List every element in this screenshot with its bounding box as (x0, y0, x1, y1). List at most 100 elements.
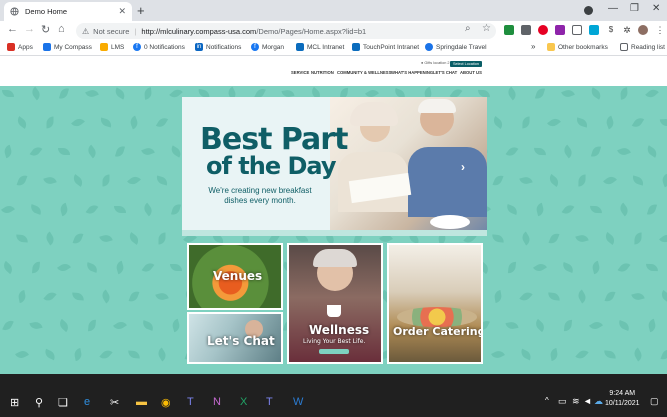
teams-icon[interactable]: T (187, 396, 194, 408)
word-icon[interactable]: W (293, 396, 303, 408)
more-bookmarks-chevron[interactable]: » (531, 42, 535, 51)
bookmark-0-notifications[interactable]: f0 Notifications (133, 43, 185, 51)
wellness-tile[interactable]: Wellness Living Your Best Life. (287, 243, 383, 364)
extension-icon[interactable] (589, 25, 599, 35)
minimize-icon[interactable]: — (608, 3, 618, 14)
wellness-label: Wellness (309, 323, 370, 337)
carousel-next-icon[interactable]: › (461, 160, 465, 174)
file-explorer-icon[interactable]: ▬ (136, 396, 147, 408)
wellness-button[interactable] (319, 349, 349, 354)
extension-icon[interactable] (555, 25, 565, 35)
bookmark-notifications[interactable]: in Notifications (195, 43, 241, 51)
url-path: /Demo/Pages/Home.aspx?lid=b1 (256, 26, 367, 36)
windows-start-icon[interactable]: ⊞ (10, 396, 19, 409)
order-catering-label: Order Catering (393, 325, 483, 338)
linkedin-icon: in (195, 43, 203, 51)
nav-service[interactable]: SERVICE (291, 70, 309, 75)
location-text: ● Gifts location 2 (421, 61, 450, 65)
battery-icon[interactable]: ▭ (558, 396, 567, 407)
hero-title: Best Part of the Day (200, 125, 348, 180)
snipping-tool-icon[interactable]: ✂ (110, 396, 119, 409)
bookmark-springdale-travel[interactable]: Springdale Travel (425, 43, 487, 51)
facebook-icon: f (133, 43, 141, 51)
bookmark-label: LMS (111, 43, 125, 51)
maximize-icon[interactable]: ❐ (630, 3, 639, 14)
excel-icon[interactable]: X (240, 396, 247, 408)
reading-list-icon (620, 43, 628, 51)
nav-lets-chat[interactable]: LET'S CHAT (433, 70, 457, 75)
chevron-up-icon[interactable]: ^ (545, 396, 549, 405)
globe-icon (425, 43, 433, 51)
order-catering-tile[interactable]: Order Catering (387, 243, 483, 364)
star-icon[interactable]: ☆ (482, 23, 491, 34)
back-arrow-icon[interactable]: ← (7, 23, 18, 35)
extension-icon[interactable] (504, 25, 514, 35)
reading-list-label: Reading list (631, 43, 665, 51)
close-tab-icon[interactable]: ✕ (118, 6, 126, 17)
clock-time: 9:24 AM (609, 390, 636, 397)
other-bookmarks[interactable]: Other bookmarks (547, 43, 608, 51)
onenote-icon[interactable]: N (213, 396, 221, 408)
plate (430, 215, 470, 229)
search-icon[interactable]: ⌕ (465, 23, 471, 34)
bookmark-label: Morgan (262, 43, 285, 51)
extension-icon[interactable] (521, 25, 531, 35)
bookmark-morgan[interactable]: f Morgan (251, 43, 284, 51)
system-clock[interactable]: 9:24 AM 10/11/2021 (605, 389, 640, 409)
browser-tab[interactable]: Demo Home ✕ (4, 2, 132, 21)
nav-about-us[interactable]: ABOUT US (460, 70, 482, 75)
profile-indicator-icon[interactable] (584, 6, 593, 15)
volume-icon[interactable]: ◄ (583, 396, 592, 406)
reload-icon[interactable]: ↻ (41, 23, 50, 36)
woman-hair (313, 249, 357, 267)
forward-arrow-icon[interactable]: → (24, 23, 35, 35)
nav-nutrition[interactable]: NUTRITION (311, 70, 334, 75)
wifi-icon[interactable]: ≋ (572, 396, 580, 407)
kebab-menu-icon[interactable]: ⋮ (655, 25, 665, 35)
avatar[interactable] (638, 25, 648, 35)
notifications-icon[interactable]: ▢ (650, 396, 659, 407)
onedrive-icon[interactable]: ☁ (594, 396, 603, 407)
folder-icon (547, 43, 555, 51)
teams-icon[interactable]: T (266, 396, 273, 408)
hero-subtitle: We're creating new breakfast dishes ever… (208, 186, 312, 205)
tab-title: Demo Home (25, 7, 68, 16)
bookmark-touchpoint-intranet[interactable]: TouchPoint Intranet (352, 43, 419, 51)
wellness-subtitle: Living Your Best Life. (303, 338, 366, 345)
bookmark-lms[interactable]: LMS (100, 43, 124, 51)
nav-whats-happening[interactable]: WHAT'S HAPPENING (391, 70, 433, 75)
bookmark-apps[interactable]: Apps (7, 43, 33, 51)
lms-icon (100, 43, 108, 51)
bookmark-label: 0 Notifications (144, 43, 185, 51)
home-icon[interactable]: ⌂ (58, 23, 65, 35)
extension-icon[interactable] (572, 25, 582, 35)
location-name: Gifts location 2 (424, 61, 450, 65)
chrome-icon[interactable]: ◉ (161, 396, 171, 409)
reading-list[interactable]: Reading list (620, 43, 665, 51)
edge-icon[interactable]: e (84, 396, 90, 408)
bookmark-mcl-intranet[interactable]: MCL Intranet (296, 43, 344, 51)
sharepoint-icon (352, 43, 360, 51)
apps-grid-icon (7, 43, 15, 51)
other-bookmarks-label: Other bookmarks (558, 43, 608, 51)
select-location-button[interactable]: Select Location (450, 61, 482, 67)
url-text: http://mlculinary.compass-usa.com/Demo/P… (141, 27, 366, 36)
pinterest-icon[interactable] (538, 25, 548, 35)
food-platter (397, 307, 477, 327)
address-bar[interactable]: ⚠ Not secure | http://mlculinary.compass… (76, 23, 496, 39)
man-shirt (408, 147, 487, 217)
lets-chat-label: Let's Chat (207, 334, 275, 348)
bookmark-label: Notifications (206, 43, 242, 51)
dollar-icon[interactable]: $ (606, 25, 616, 35)
close-window-icon[interactable]: ✕ (652, 3, 660, 14)
new-tab-button[interactable]: + (137, 3, 145, 18)
lets-chat-tile[interactable]: Let's Chat (187, 312, 283, 364)
warning-icon: ⚠ (82, 26, 90, 36)
nav-community-wellness[interactable]: COMMUNITY & WELLNESS (337, 70, 391, 75)
puzzle-icon[interactable]: ✲ (622, 25, 632, 35)
venues-tile[interactable]: Venues (187, 243, 283, 310)
bookmark-my-compass[interactable]: My Compass (43, 43, 92, 51)
task-view-icon[interactable]: ❏ (58, 396, 68, 409)
search-icon[interactable]: ⚲ (35, 396, 43, 409)
hero-title-line2: of the Day (206, 152, 337, 180)
